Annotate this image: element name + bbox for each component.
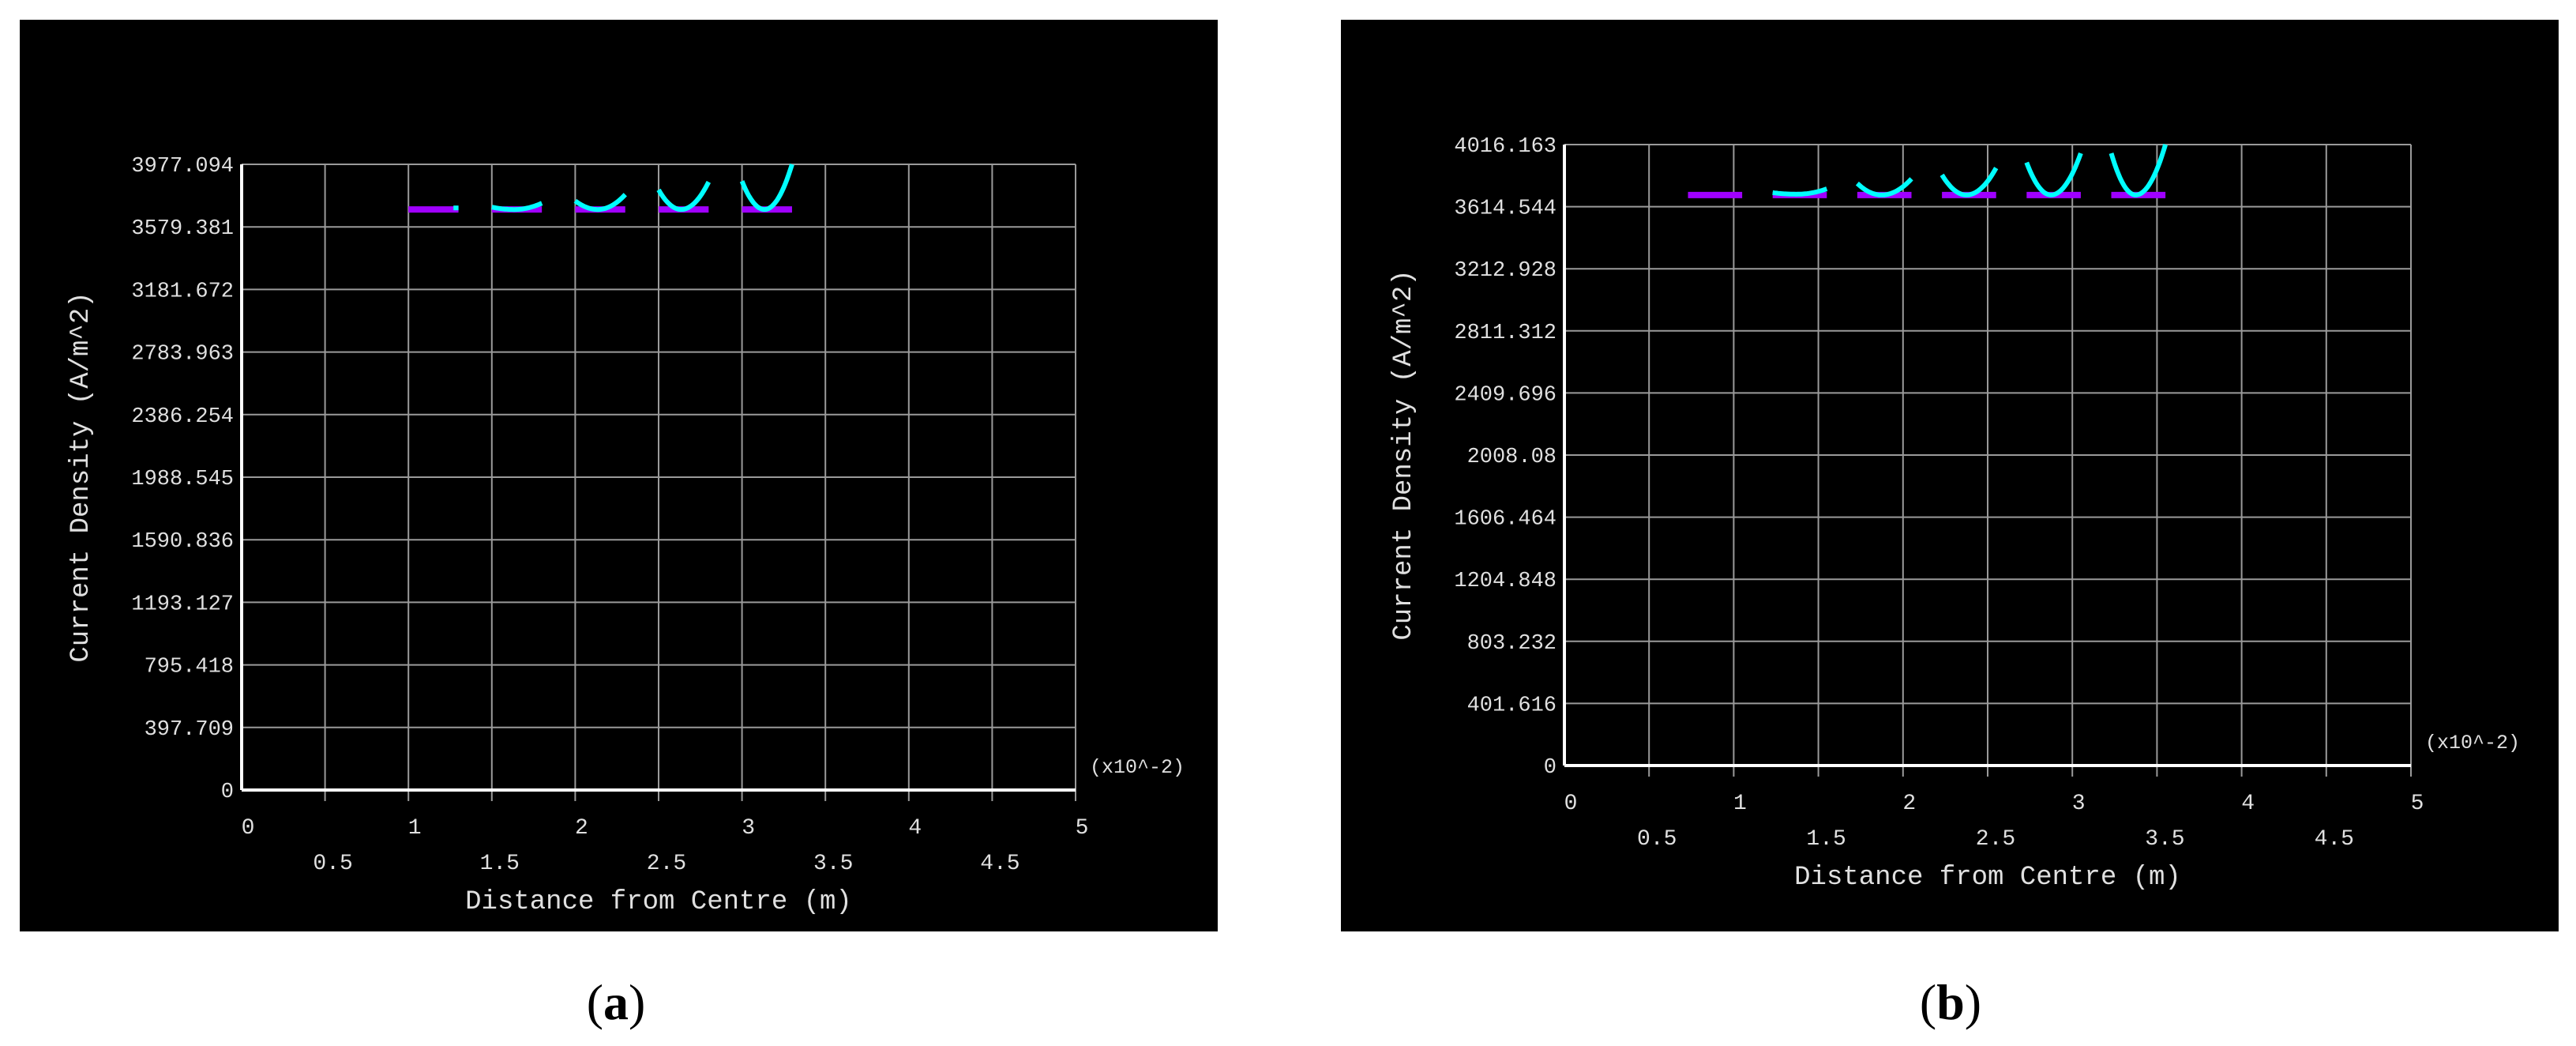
x-tick-label-minor: 2.5 <box>1976 827 2015 852</box>
y-tick-label: 3181.672 <box>131 280 234 303</box>
x-tick-label-minor: 1.5 <box>1806 827 1846 852</box>
y-tick-label: 1988.545 <box>131 468 234 491</box>
x-tick-label-major: 5 <box>2411 792 2424 816</box>
x-tick-label-major: 0 <box>1564 792 1578 816</box>
x-tick-label-minor: 4.5 <box>980 852 1020 876</box>
x-tick-label-minor: 0.5 <box>313 852 352 876</box>
current-density-curve <box>656 180 712 213</box>
x-axis-title: Distance from Centre (m) <box>1794 863 2181 893</box>
y-tick-label: 3212.928 <box>1454 259 1556 283</box>
y-axis-title: Current Density (A/m^2) <box>1389 269 1419 640</box>
x-tick-label-major: 4 <box>908 816 922 841</box>
y-tick-label: 2409.696 <box>1454 383 1556 407</box>
x-tick-label-major: 1 <box>1733 792 1747 816</box>
x-tick-label-major: 4 <box>2241 792 2255 816</box>
x-tick-label-major: 2 <box>575 816 588 841</box>
y-tick-label: 397.709 <box>145 718 234 742</box>
y-tick-label: 795.418 <box>145 656 234 679</box>
x-multiplier-label: (x10^-2) <box>2425 732 2520 754</box>
chart-svg: 0 397.709 795.418 1193.127 1590.836 1988.545 2… <box>66 155 1185 917</box>
gridlines <box>242 164 1076 801</box>
x-tick-label-major: 2 <box>1902 792 1916 816</box>
x-tick-label-minor: 2.5 <box>647 852 686 876</box>
chart-svg: 0401.616803.2321204.8481606.4642008.0824… <box>1389 135 2520 893</box>
x-tick-label-major: 3 <box>2072 792 2086 816</box>
x-tick-label-minor: 3.5 <box>813 852 853 876</box>
caption-b-letter: b <box>1936 974 1965 1030</box>
x-tick-label-major: 5 <box>1076 816 1089 841</box>
x-tick-label-minor: 3.5 <box>2145 827 2184 852</box>
y-tick-label: 2008.08 <box>1467 446 1556 469</box>
y-tick-label: 2783.963 <box>131 343 234 367</box>
y-tick-label: 1193.127 <box>131 593 234 616</box>
x-tick-label-minor: 0.5 <box>1637 827 1677 852</box>
x-tick-label-major: 3 <box>742 816 755 841</box>
y-tick-label: 2811.312 <box>1454 322 1556 345</box>
x-tick-label-major: 0 <box>242 816 255 841</box>
y-axis-title: Current Density (A/m^2) <box>66 292 96 662</box>
chart-panel-b: 0 401.616 803.232 1204.848 1606.464 2008.08 24… <box>1341 20 2559 931</box>
y-tick-label: 4016.163 <box>1454 135 1556 159</box>
x-tick-label-minor: 4.5 <box>2315 827 2354 852</box>
caption-b: (b) <box>1919 974 1982 1030</box>
chart-panel-a: 0 397.709 795.418 1193.127 1590.836 1988.545 2… <box>20 20 1218 931</box>
x-multiplier-label: (x10^-2) <box>1090 756 1185 779</box>
y-tick-label: 3579.381 <box>131 217 234 241</box>
gridlines <box>1564 144 2412 777</box>
series-current-density <box>1772 144 2168 198</box>
y-tick-label: 1606.464 <box>1454 508 1556 532</box>
y-tick-label: 3614.544 <box>1454 198 1556 221</box>
y-tick-label: 401.616 <box>1467 694 1556 717</box>
y-tick-label: 0 <box>1544 756 1556 780</box>
current-density-curve <box>739 164 794 213</box>
y-tick-label: 2386.254 <box>131 405 234 429</box>
x-tick-label-major: 1 <box>408 816 422 841</box>
current-density-curve <box>1772 186 1828 197</box>
caption-a: (a) <box>586 974 646 1030</box>
caption-a-letter: a <box>603 974 629 1030</box>
y-tick-label: 3977.094 <box>131 155 234 179</box>
y-tick-label: 803.232 <box>1467 632 1556 656</box>
y-tick-label: 0 <box>221 781 234 804</box>
x-axis-title: Distance from Centre (m) <box>465 887 852 917</box>
y-tick-label: 1204.848 <box>1454 570 1556 593</box>
y-tick-label: 1590.836 <box>131 530 234 554</box>
x-tick-label-minor: 1.5 <box>480 852 520 876</box>
